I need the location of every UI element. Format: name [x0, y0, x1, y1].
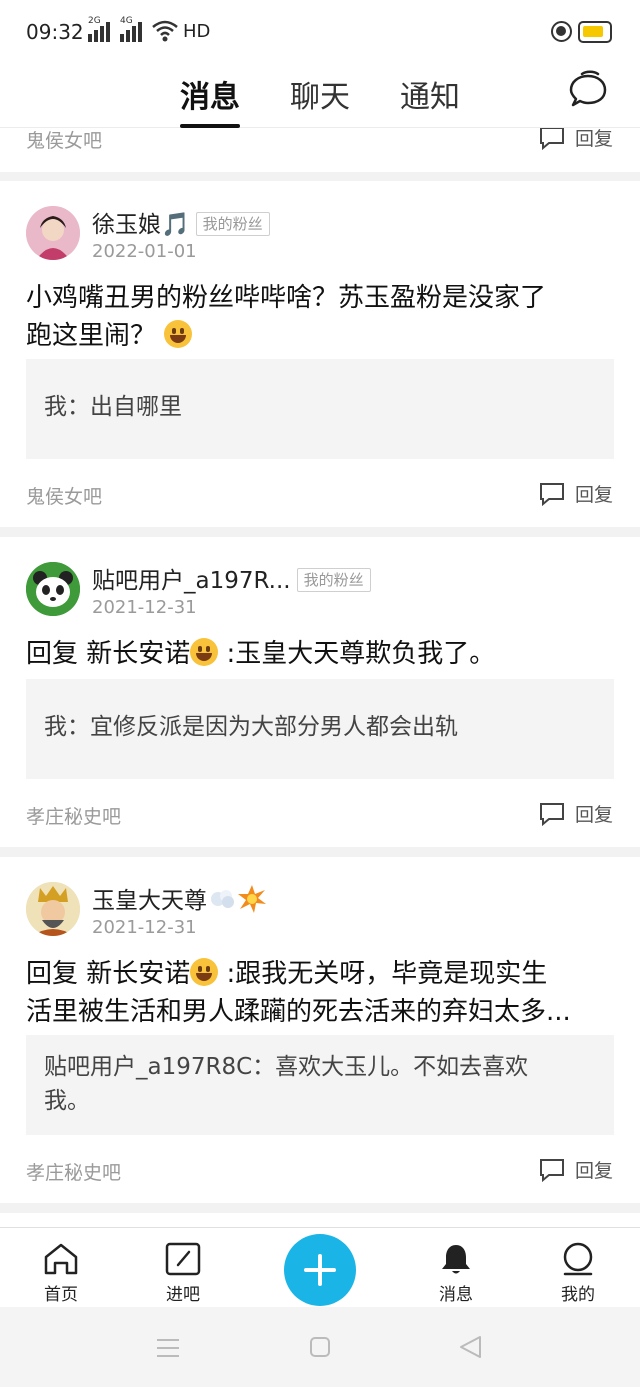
status-time: 09:32: [26, 20, 84, 44]
home-square-icon[interactable]: [309, 1336, 331, 1358]
message-content[interactable]: 小鸡嘴丑男的粉丝哔哔啥？苏玉盈粉是没家了 跑这里闹？: [26, 279, 618, 355]
signal-sim2-icon: 4G: [120, 16, 142, 42]
reply-button[interactable]: 回复: [539, 128, 613, 151]
reply-button[interactable]: 回复: [539, 480, 613, 507]
reply-button[interactable]: 回复: [539, 800, 613, 827]
message-card-partial: [0, 1213, 640, 1227]
grin-emoji-icon: [190, 638, 219, 666]
fan-badge: 我的粉丝: [195, 212, 270, 236]
screen-record-icon: [551, 21, 572, 42]
hd-indicator: HD: [183, 21, 211, 42]
reply-button[interactable]: 回复: [539, 1156, 613, 1183]
message-card-partial: 鬼侯女吧 回复: [0, 128, 640, 172]
yum-emoji-icon: [164, 320, 193, 348]
forum-name[interactable]: 鬼侯女吧: [26, 482, 102, 509]
nav-messages[interactable]: 消息: [416, 1242, 496, 1305]
message-card[interactable]: 徐玉娘🎵 我的粉丝 2022-01-01 小鸡嘴丑男的粉丝哔哔啥？苏玉盈粉是没家了…: [0, 181, 640, 527]
message-content[interactable]: 回复 新长安诺 :跟我无关呀，毕竟是现实生 活里被生活和男人蹂躏的死去活来的弃妇…: [26, 955, 618, 1031]
tab-messages[interactable]: 消息: [180, 72, 240, 116]
message-content[interactable]: 回复 新长安诺 :玉皇大天尊欺负我了。: [26, 635, 618, 673]
tab-chat[interactable]: 聊天: [290, 72, 350, 116]
grin-emoji-icon: [190, 958, 219, 986]
message-card[interactable]: 玉皇大天尊 2021-12-31 回复 新长安诺 :跟我无关呀，毕竟是现实生 活…: [0, 857, 640, 1203]
nav-enter-forum[interactable]: 进吧: [143, 1242, 223, 1305]
post-button[interactable]: [284, 1234, 356, 1306]
forum-name[interactable]: 鬼侯女吧: [26, 128, 102, 153]
profile-icon: [563, 1242, 593, 1276]
username[interactable]: 玉皇大天尊: [92, 881, 267, 915]
signal-sim1-icon: 2G: [88, 16, 110, 42]
battery-icon: [578, 21, 612, 43]
avatar[interactable]: [26, 882, 80, 936]
avatar[interactable]: [26, 562, 80, 616]
quoted-my-post[interactable]: 我：出自哪里: [26, 359, 614, 459]
avatar[interactable]: [26, 206, 80, 260]
post-date: 2021-12-31: [92, 597, 197, 618]
chat-bubble-icon[interactable]: [568, 70, 608, 110]
post-date: 2021-12-31: [92, 917, 197, 938]
message-header: 消息 聊天 通知: [0, 64, 640, 128]
boom-emoji-icon: [238, 885, 266, 913]
username[interactable]: 徐玉娘🎵 我的粉丝: [92, 205, 270, 239]
enter-forum-icon: [165, 1242, 201, 1276]
puff-emoji-icon: [211, 890, 234, 908]
home-icon: [44, 1243, 78, 1275]
bell-icon: [442, 1245, 470, 1274]
quoted-post[interactable]: 贴吧用户_a197R8C：喜欢大玉儿。不如去喜欢 我。: [26, 1035, 614, 1135]
bottom-navigation: 首页 进吧 消息 我的: [0, 1227, 640, 1307]
forum-name[interactable]: 孝庄秘史吧: [26, 802, 121, 829]
comment-icon: [540, 802, 564, 826]
nav-profile[interactable]: 我的: [538, 1242, 618, 1305]
quoted-my-post[interactable]: 我：宜修反派是因为大部分男人都会出轨: [26, 679, 614, 779]
system-navigation-bar: [0, 1307, 640, 1387]
fan-badge: 我的粉丝: [296, 568, 371, 592]
status-bar: 09:32 2G 4G HD: [0, 0, 640, 64]
comment-icon: [540, 128, 564, 150]
comment-icon: [540, 482, 564, 506]
menu-icon[interactable]: [156, 1337, 180, 1359]
comment-icon: [540, 1158, 564, 1182]
forum-name[interactable]: 孝庄秘史吧: [26, 1158, 121, 1185]
tab-notifications[interactable]: 通知: [400, 72, 460, 116]
back-triangle-icon[interactable]: [458, 1335, 484, 1359]
wifi-icon: [152, 20, 178, 42]
message-feed[interactable]: 鬼侯女吧 回复 徐玉娘🎵 我的粉丝 2022-01-01 小鸡嘴丑男的粉丝哔哔啥？…: [0, 128, 640, 1227]
post-date: 2022-01-01: [92, 241, 197, 262]
message-card[interactable]: 贴吧用户_a197R... 我的粉丝 2021-12-31 回复 新长安诺 :玉皇…: [0, 537, 640, 847]
nav-home[interactable]: 首页: [21, 1242, 101, 1305]
username[interactable]: 贴吧用户_a197R... 我的粉丝: [92, 561, 371, 595]
